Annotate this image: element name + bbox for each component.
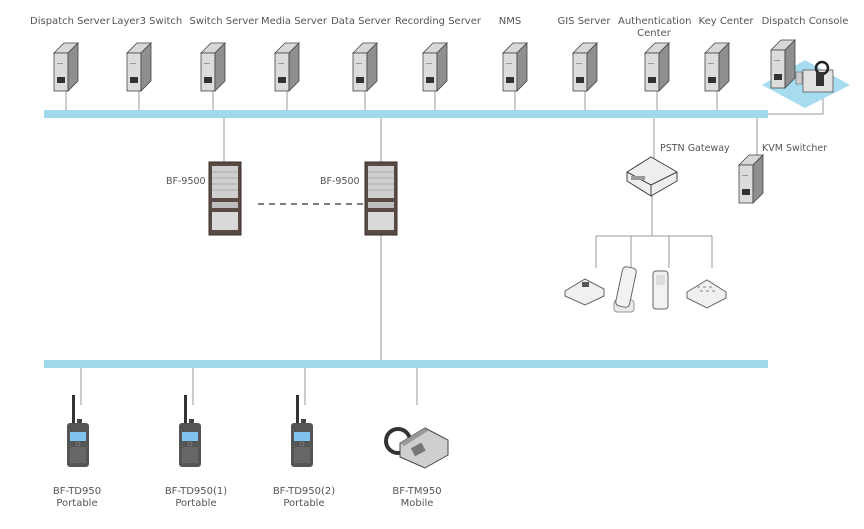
server-icon bbox=[352, 42, 378, 92]
gateway-icon bbox=[626, 156, 678, 197]
label-key-center: Key Center bbox=[698, 16, 754, 27]
bottom-network-bus bbox=[44, 360, 768, 368]
portable-radio-icon bbox=[178, 394, 202, 468]
label-recording-server: Recording Server bbox=[395, 16, 481, 27]
label-dispatch-console: Dispatch Console bbox=[761, 16, 849, 27]
bf-9500-rack-icon bbox=[364, 161, 398, 236]
label-terminal-type: Mobile bbox=[400, 498, 434, 509]
server-icon bbox=[502, 42, 528, 92]
label-terminal-model: BF-TM950 bbox=[392, 486, 442, 497]
label-switch-server: Switch Server bbox=[189, 16, 259, 27]
mobile-radio-icon bbox=[384, 427, 449, 469]
label-kvm-switcher: KVM Switcher bbox=[762, 143, 828, 154]
label-dispatch-server: Dispatch Server bbox=[30, 16, 110, 27]
network-diagram bbox=[44, 39, 850, 469]
connection-lines bbox=[65, 90, 824, 405]
top-network-bus bbox=[44, 110, 768, 118]
label-rack-1: BF-9500 bbox=[166, 176, 206, 187]
label-terminal-model: BF-TD950(1) bbox=[164, 486, 228, 497]
label-media-server: Media Server bbox=[260, 16, 328, 27]
server-icon bbox=[572, 42, 598, 92]
portable-radio-icon bbox=[66, 394, 90, 468]
label-layer3-switch: Layer3 Switch bbox=[111, 16, 183, 27]
server-icon bbox=[644, 42, 670, 92]
server-icon bbox=[53, 42, 79, 92]
label-terminal-type: Portable bbox=[56, 498, 98, 509]
cordless-phone-icon bbox=[613, 266, 637, 313]
label-terminal-model: BF-TD950 bbox=[52, 486, 102, 497]
label-data-server: Data Server bbox=[331, 16, 391, 27]
keypad-phone-icon bbox=[686, 279, 727, 309]
label-terminal-type: Portable bbox=[175, 498, 217, 509]
server-icon bbox=[704, 42, 730, 92]
server-icon bbox=[200, 42, 226, 92]
label-nms: NMS bbox=[498, 16, 522, 27]
label-authentication-center: Authentication Center bbox=[618, 16, 692, 39]
label-terminal-type: Portable bbox=[283, 498, 325, 509]
mobile-phone-icon bbox=[652, 270, 669, 310]
label-rack-2: BF-9500 bbox=[320, 176, 360, 187]
label-gis-server: GIS Server bbox=[557, 16, 611, 27]
label-pstn-gateway: PSTN Gateway bbox=[660, 143, 730, 154]
server-icon bbox=[274, 42, 300, 92]
bf-9500-rack-icon bbox=[208, 161, 242, 236]
dispatch-console-icon bbox=[762, 39, 850, 108]
server-icon bbox=[126, 42, 152, 92]
server-icon bbox=[422, 42, 448, 92]
portable-radio-icon bbox=[290, 394, 314, 468]
label-terminal-model: BF-TD950(2) bbox=[272, 486, 336, 497]
kvm-server-icon bbox=[738, 154, 764, 204]
desk-phone-icon bbox=[564, 278, 605, 306]
